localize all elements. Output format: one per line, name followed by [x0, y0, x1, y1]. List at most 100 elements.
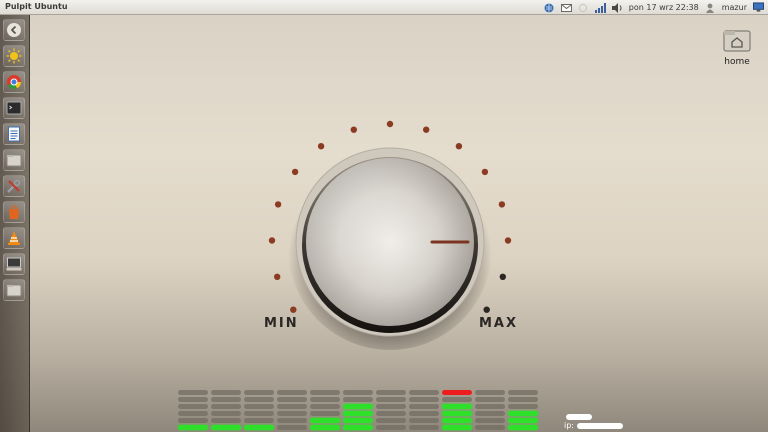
- volume-knob[interactable]: [240, 100, 540, 350]
- eq-segment: [244, 418, 274, 423]
- knob-dot: [317, 143, 325, 150]
- knob-dot: [268, 237, 276, 244]
- launcher-item-files[interactable]: [3, 149, 25, 171]
- eq-column: [178, 390, 208, 430]
- knob-dot: [504, 237, 512, 244]
- eq-segment: [211, 397, 241, 402]
- eq-segment: [277, 411, 307, 416]
- eq-segment: [277, 418, 307, 423]
- eq-segment: [178, 411, 208, 416]
- eq-column: [277, 390, 307, 430]
- eq-segment: [442, 397, 472, 402]
- power-icon[interactable]: [753, 2, 764, 13]
- eq-segment: [376, 397, 406, 402]
- dash-home-icon: [7, 23, 21, 37]
- eq-segment: [508, 404, 538, 409]
- eq-segment: [376, 425, 406, 430]
- volume-icon[interactable]: [611, 2, 623, 13]
- eq-segment: [178, 425, 208, 430]
- signal-icon[interactable]: [594, 2, 606, 13]
- eq-segment: [409, 390, 439, 395]
- top-panel: Pulpit Ubuntu pon 17 wrz 22:38 mazur: [0, 0, 768, 15]
- launcher-item-workspaces[interactable]: [3, 253, 25, 275]
- bluetooth-icon[interactable]: [578, 2, 589, 13]
- eq-segment: [508, 397, 538, 402]
- knob-dot: [290, 306, 297, 313]
- eq-segment: [310, 390, 340, 395]
- mail-icon[interactable]: [560, 2, 572, 13]
- clock[interactable]: pon 17 wrz 22:38: [629, 3, 699, 12]
- eq-column: [475, 390, 505, 430]
- eq-segment: [343, 404, 373, 409]
- eq-segment: [310, 425, 340, 430]
- knob-dot: [483, 306, 490, 313]
- eq-segment: [178, 397, 208, 402]
- eq-column: [376, 390, 406, 430]
- equalizer: [178, 390, 538, 430]
- software-center-icon: [9, 205, 19, 219]
- eq-segment: [376, 418, 406, 423]
- eq-segment: [211, 425, 241, 430]
- launcher-item-terminal[interactable]: [3, 97, 25, 119]
- eq-segment: [343, 425, 373, 430]
- eq-segment: [508, 411, 538, 416]
- eq-segment: [343, 390, 373, 395]
- eq-segment: [442, 418, 472, 423]
- eq-segment: [244, 397, 274, 402]
- eq-segment: [409, 425, 439, 430]
- eq-column: [211, 390, 241, 430]
- eq-segment: [244, 411, 274, 416]
- knob-dot: [350, 126, 357, 133]
- eq-segment: [178, 390, 208, 395]
- eq-segment: [475, 425, 505, 430]
- eq-column: [343, 390, 373, 430]
- eq-segment: [211, 390, 241, 395]
- launcher-item-text-editor[interactable]: [3, 123, 25, 145]
- user-name[interactable]: mazur: [722, 3, 747, 12]
- launcher-item-files-2[interactable]: [3, 279, 25, 301]
- eq-segment: [244, 425, 274, 430]
- knob-dot: [274, 201, 282, 208]
- workspace-icon: [6, 257, 22, 271]
- eq-segment: [409, 404, 439, 409]
- eq-segment: [376, 411, 406, 416]
- knob-dot: [455, 143, 463, 150]
- eq-segment: [211, 404, 241, 409]
- min-label: MIN: [264, 316, 299, 331]
- launcher-item-chrome[interactable]: [3, 71, 25, 93]
- eq-segment: [475, 390, 505, 395]
- launcher-item-dash[interactable]: [3, 19, 25, 41]
- eq-column: [508, 390, 538, 430]
- launcher-item-software-center[interactable]: [3, 201, 25, 223]
- chrome-icon: [7, 75, 21, 89]
- eq-column: [244, 390, 274, 430]
- desktop-home-folder[interactable]: home: [718, 28, 756, 67]
- eq-segment: [343, 411, 373, 416]
- eq-segment: [277, 404, 307, 409]
- eq-segment: [310, 397, 340, 402]
- eq-segment: [475, 418, 505, 423]
- eq-segment: [178, 404, 208, 409]
- knob-dot: [274, 273, 281, 280]
- ip-prefix: ip:: [564, 421, 574, 430]
- knob-dot: [498, 201, 506, 208]
- vlc-icon: [8, 231, 20, 245]
- text-editor-icon: [8, 126, 20, 142]
- redacted-text: [566, 413, 592, 420]
- launcher-item-vlc[interactable]: [3, 227, 25, 249]
- eq-segment: [343, 397, 373, 402]
- eq-segment: [409, 397, 439, 402]
- eq-segment: [442, 411, 472, 416]
- network-icon[interactable]: [544, 2, 555, 13]
- weather-icon: [6, 48, 22, 64]
- eq-segment: [376, 390, 406, 395]
- terminal-icon: [6, 101, 22, 115]
- home-folder-icon: [723, 30, 751, 52]
- eq-segment: [277, 425, 307, 430]
- launcher-item-weather[interactable]: [3, 45, 25, 67]
- folder-icon: [6, 154, 22, 167]
- eq-segment: [442, 404, 472, 409]
- knob-dot: [499, 273, 506, 280]
- user-icon: [705, 2, 716, 13]
- launcher-item-settings[interactable]: [3, 175, 25, 197]
